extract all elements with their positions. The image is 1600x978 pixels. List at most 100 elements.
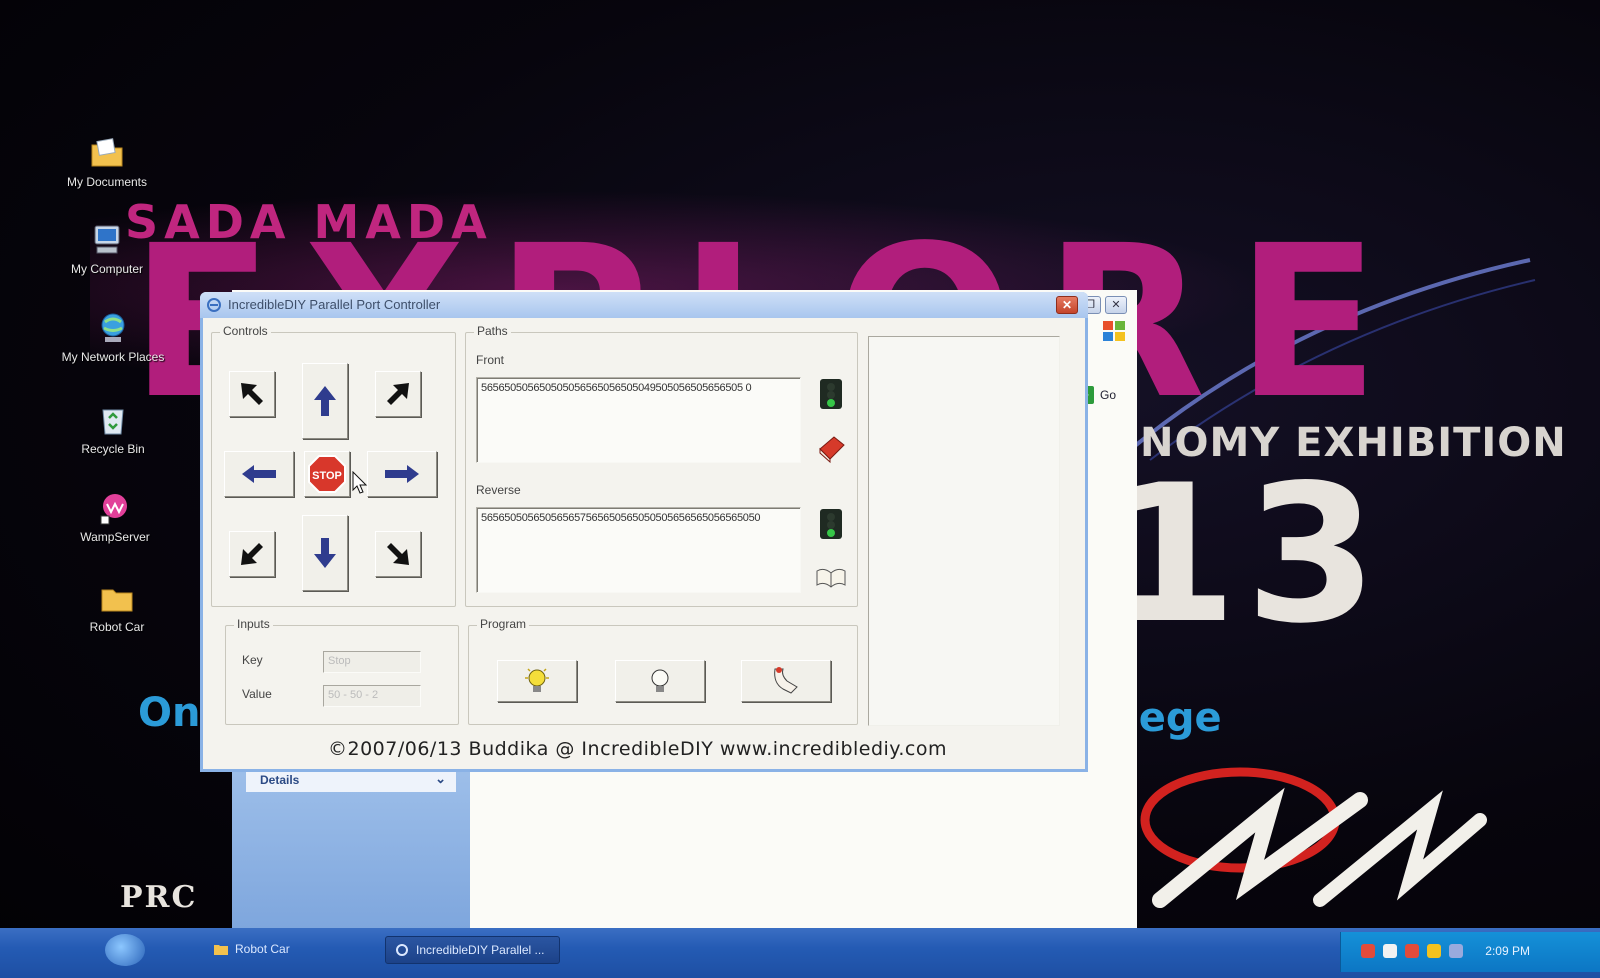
front-label: Front <box>476 353 505 367</box>
left-button[interactable] <box>224 451 294 497</box>
arrow-down-left-icon <box>241 543 263 565</box>
forward-right-button[interactable] <box>375 371 421 417</box>
reverse-label: Reverse <box>476 483 521 497</box>
arrow-right-icon <box>385 465 419 483</box>
paths-group: Paths Front 5656505056505050565650565050… <box>465 324 858 607</box>
paths-label: Paths <box>474 324 511 338</box>
stop-label: STOP <box>312 470 342 482</box>
tray-security-icon[interactable] <box>1405 944 1419 958</box>
right-button[interactable] <box>367 451 437 497</box>
light-off-button[interactable] <box>615 660 705 702</box>
run-reverse-traffic-light-icon[interactable] <box>814 507 848 541</box>
close-button[interactable]: ✕ <box>1056 296 1078 314</box>
reverse-button[interactable] <box>302 515 348 591</box>
desktop-icon-robot-car[interactable]: Robot Car <box>62 580 172 634</box>
value-label: Value <box>242 687 272 701</box>
folder-documents-icon <box>91 138 123 167</box>
arrow-up-right-icon <box>387 383 409 405</box>
lightbulb-off-icon <box>651 669 669 692</box>
stop-sign-icon: STOP <box>308 455 346 493</box>
reverse-right-button[interactable] <box>375 531 421 577</box>
desktop-icon-label: WampServer <box>80 530 150 544</box>
forward-left-button[interactable] <box>229 371 275 417</box>
wampserver-icon <box>100 494 127 525</box>
controls-group: Controls STOP <box>211 324 456 607</box>
wallpaper-year: 13 <box>1105 444 1386 665</box>
key-label: Key <box>242 653 263 667</box>
desktop-icon-my-documents[interactable]: My Documents <box>52 135 162 189</box>
horn-icon <box>774 667 798 694</box>
recycle-bin-icon <box>102 409 124 435</box>
window-title: IncredibleDIY Parallel Port Controller <box>228 297 441 312</box>
windows-flag-icon <box>1103 321 1125 341</box>
reverse-path-value: 5656505056505656575656505650505056565650… <box>481 512 761 524</box>
tray-display-icon[interactable] <box>1449 944 1463 958</box>
desktop-icon-label: My Documents <box>66 175 148 189</box>
computer-icon <box>94 225 120 254</box>
arrow-left-icon <box>242 465 276 483</box>
taskbar-item-robot-car[interactable]: Robot Car <box>205 936 375 964</box>
wallpaper-bottom-text: PRC <box>120 880 198 915</box>
value-value: 50 - 50 - 2 <box>328 689 379 701</box>
taskbar-item-label: Robot Car <box>235 942 290 956</box>
tray-update-icon[interactable] <box>1427 944 1441 958</box>
inputs-label: Inputs <box>234 617 273 631</box>
front-path-field[interactable]: 5656505056505050565650565050495050565056… <box>476 377 801 463</box>
desktop-icon-recycle-bin[interactable]: Recycle Bin <box>58 402 168 456</box>
stop-button[interactable]: STOP <box>304 451 350 497</box>
desktop-icon-label: My Network Places <box>61 350 165 364</box>
desktop-icon-my-network-places[interactable]: My Network Places <box>58 310 168 364</box>
explorer-task-pane: Details ⌄ <box>232 760 470 930</box>
arrow-up-left-icon <box>241 383 263 405</box>
taskbar-item-parallel-port-controller[interactable]: IncredibleDIY Parallel ... <box>385 936 560 964</box>
details-label: Details <box>260 773 300 787</box>
mouse-cursor-icon <box>352 471 368 494</box>
reverse-path-field[interactable]: 5656505056505656575656505650505056565650… <box>476 507 801 593</box>
open-reverse-book-icon[interactable] <box>814 559 848 593</box>
copyright-footer: ©2007/06/13 Buddika @ IncredibleDIY www.… <box>328 738 947 760</box>
app-icon <box>396 944 408 956</box>
parallel-port-controller-window: IncredibleDIY Parallel Port Controller ✕… <box>200 292 1088 772</box>
desktop-icon-label: Recycle Bin <box>81 442 145 456</box>
network-icon <box>101 313 125 342</box>
reverse-left-button[interactable] <box>229 531 275 577</box>
forward-button[interactable] <box>302 363 348 439</box>
desktop-icon-label: My Computer <box>70 262 144 276</box>
folder-icon <box>214 945 228 955</box>
arrow-down-icon <box>314 538 336 568</box>
lightbulb-on-icon <box>525 668 549 692</box>
key-value: Stop <box>328 655 351 667</box>
desktop-icon-wampserver[interactable]: WampServer <box>60 490 170 544</box>
arrow-down-right-icon <box>387 543 409 565</box>
front-path-value: 5656505056505050565650565050495050565056… <box>481 382 752 394</box>
value-field[interactable]: 50 - 50 - 2 <box>323 685 421 707</box>
app-icon <box>207 298 221 312</box>
horn-button[interactable] <box>741 660 831 702</box>
tray-volume-icon[interactable] <box>1383 944 1397 958</box>
close-button[interactable]: ✕ <box>1105 296 1127 314</box>
light-on-button[interactable] <box>497 660 577 702</box>
program-group: Program <box>468 617 858 725</box>
program-label: Program <box>477 617 530 631</box>
key-field[interactable]: Stop <box>323 651 421 673</box>
title-bar[interactable]: IncredibleDIY Parallel Port Controller ✕ <box>200 292 1088 318</box>
tray-network-icon[interactable] <box>1361 944 1375 958</box>
inputs-group: Inputs Key Stop Value 50 - 50 - 2 <box>225 617 459 725</box>
arrow-up-icon <box>314 386 336 416</box>
wallpaper-right-text: lege <box>1125 695 1222 741</box>
wallpaper-logo <box>1140 767 1487 908</box>
folder-icon <box>101 589 133 612</box>
chevron-down-icon: ⌄ <box>435 771 446 786</box>
start-button[interactable] <box>105 934 145 966</box>
taskbar: Robot Car IncredibleDIY Parallel ... 2:0… <box>0 928 1600 978</box>
go-label: Go <box>1100 388 1117 402</box>
desktop-icon-my-computer[interactable]: My Computer <box>52 222 162 276</box>
save-front-book-icon[interactable] <box>814 431 848 465</box>
desktop-icon-label: Robot Car <box>89 620 145 634</box>
taskbar-item-label: IncredibleDIY Parallel ... <box>416 943 545 957</box>
run-front-traffic-light-icon[interactable] <box>814 377 848 411</box>
controls-label: Controls <box>220 324 271 338</box>
output-panel <box>868 336 1060 726</box>
tray-clock[interactable]: 2:09 PM <box>1485 944 1530 958</box>
system-tray: 2:09 PM <box>1340 932 1600 972</box>
